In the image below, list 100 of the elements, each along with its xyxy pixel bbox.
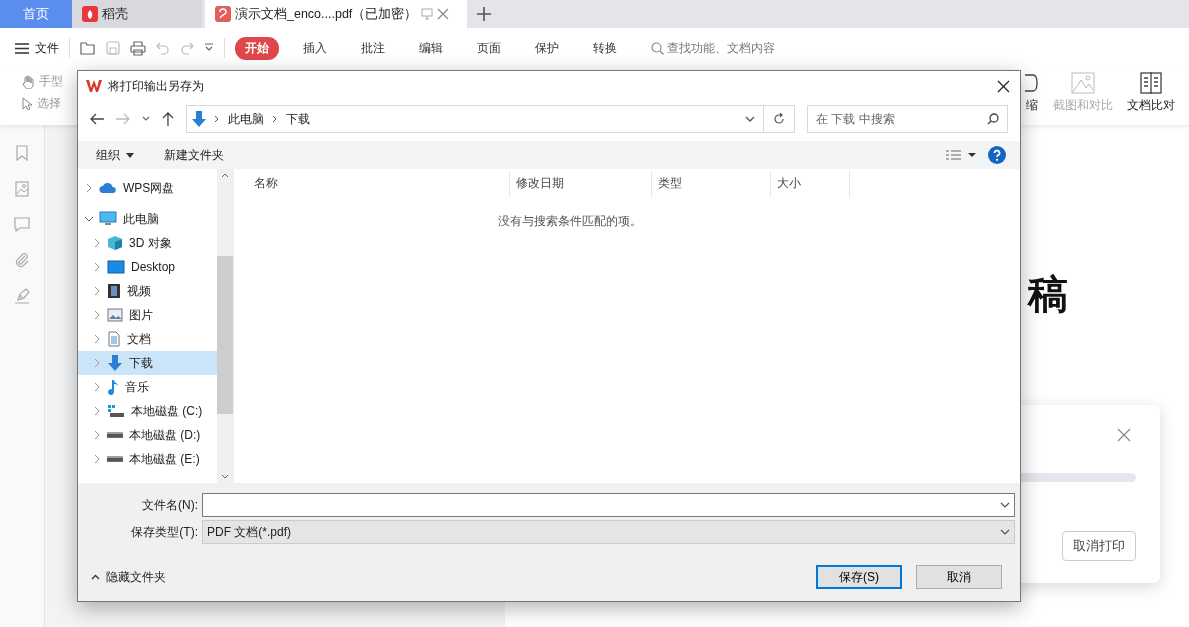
- cancel-button[interactable]: 取消: [916, 565, 1002, 589]
- chevron-down-icon: [1000, 502, 1010, 508]
- desktop-icon: [107, 260, 125, 274]
- chevron-down-icon[interactable]: [141, 116, 150, 122]
- folder-item[interactable]: 图片: [78, 303, 217, 327]
- printer-icon[interactable]: [130, 40, 146, 56]
- new-folder-button[interactable]: 新建文件夹: [164, 146, 224, 164]
- chevron-right-icon[interactable]: [93, 406, 101, 416]
- chevron-right-icon[interactable]: [93, 310, 101, 320]
- view-options-icon[interactable]: [946, 150, 976, 160]
- ribbon-tab[interactable]: 页面: [467, 36, 511, 60]
- image-icon[interactable]: [15, 181, 29, 197]
- folder-item[interactable]: 本地磁盘 (C:): [78, 399, 217, 423]
- chevron-right-icon[interactable]: [93, 262, 101, 272]
- folder-item[interactable]: WPS网盘: [78, 176, 217, 200]
- scroll-up-icon[interactable]: [221, 173, 229, 178]
- folder-item[interactable]: 本地磁盘 (E:): [78, 447, 217, 471]
- folder-item[interactable]: 文档: [78, 327, 217, 351]
- cursor-icon: [22, 96, 33, 111]
- chevron-up-icon: [91, 574, 100, 580]
- ribbon-tab[interactable]: 保护: [525, 36, 569, 60]
- folder-item[interactable]: 3D 对象: [78, 231, 217, 255]
- paperclip-icon[interactable]: [14, 252, 30, 268]
- forward-arrow-icon[interactable]: [115, 113, 130, 125]
- folder-item[interactable]: 本地磁盘 (D:): [78, 423, 217, 447]
- ribbon-tab[interactable]: 开始: [235, 36, 279, 60]
- chevron-right-icon[interactable]: [93, 238, 101, 248]
- dropdown-icon[interactable]: [204, 43, 214, 53]
- back-arrow-icon[interactable]: [90, 113, 104, 125]
- redo-icon[interactable]: [180, 41, 194, 55]
- monitor-icon[interactable]: [421, 8, 434, 20]
- chevron-right-icon: [271, 115, 278, 123]
- column-header[interactable]: 修改日期: [510, 171, 652, 197]
- chevron-right-icon[interactable]: [93, 382, 101, 392]
- monitor-icon: [99, 211, 117, 227]
- chevron-right-icon[interactable]: [93, 334, 101, 344]
- file-type-dropdown[interactable]: PDF 文档(*.pdf): [202, 520, 1015, 544]
- save-button[interactable]: 保存(S): [816, 565, 902, 589]
- file-menu[interactable]: 文件: [15, 39, 59, 57]
- chevron-right-icon[interactable]: [93, 358, 101, 368]
- picture-icon: [107, 308, 123, 322]
- app-tab[interactable]: 演示文档_enco....pdf（已加密）: [205, 0, 467, 28]
- close-icon[interactable]: [997, 79, 1010, 93]
- tool-button[interactable]: 缩: [1025, 72, 1039, 125]
- ribbon-tab[interactable]: 编辑: [409, 36, 453, 60]
- app-tab[interactable]: 稻壳: [72, 0, 202, 28]
- cancel-print-button[interactable]: 取消打印: [1062, 531, 1136, 561]
- chevron-down-icon[interactable]: [744, 116, 755, 122]
- chevron-right-icon[interactable]: [93, 454, 101, 464]
- film-icon: [107, 283, 121, 299]
- breadcrumb-item[interactable]: 此电脑: [227, 110, 264, 128]
- leaf-logo-icon: [82, 6, 98, 22]
- chevron-right-icon[interactable]: [93, 430, 101, 440]
- pdf-file-icon: [215, 6, 231, 22]
- help-icon[interactable]: [988, 146, 1006, 164]
- folder-item[interactable]: 下载: [78, 351, 217, 375]
- column-header[interactable]: 名称: [234, 171, 510, 197]
- folder-item[interactable]: 视频: [78, 279, 217, 303]
- tool-button[interactable]: 文档比对: [1127, 72, 1175, 125]
- down-arrow-icon: [191, 111, 206, 127]
- comment-icon[interactable]: [14, 217, 30, 232]
- music-note-icon: [107, 379, 119, 395]
- refresh-icon[interactable]: [772, 113, 785, 125]
- organize-menu[interactable]: 组织: [96, 146, 134, 164]
- field-label: 保存类型(T):: [130, 523, 198, 541]
- dialog-title: 将打印输出另存为: [108, 77, 204, 95]
- folder-item[interactable]: 此电脑: [78, 207, 217, 231]
- empty-message: 没有与搜索条件匹配的项。: [496, 213, 643, 230]
- chevron-down-icon: [1000, 529, 1010, 535]
- chevron-down-icon[interactable]: [85, 214, 93, 224]
- new-tab-icon[interactable]: [477, 7, 491, 21]
- address-bar[interactable]: 此电脑 下载: [185, 105, 795, 133]
- down-arrow-icon: [107, 354, 123, 372]
- folder-item[interactable]: 音乐: [78, 375, 217, 399]
- save-icon[interactable]: [106, 41, 120, 55]
- folder-icon[interactable]: [80, 41, 96, 55]
- undo-icon[interactable]: [156, 41, 170, 55]
- chevron-right-icon[interactable]: [85, 183, 93, 193]
- search-field[interactable]: 在 下载 中搜索: [806, 105, 1008, 133]
- signature-icon[interactable]: [14, 288, 30, 304]
- scrollbar-thumb[interactable]: [217, 256, 233, 414]
- search-field[interactable]: 查找功能、文档内容: [651, 39, 775, 57]
- breadcrumb-item[interactable]: 下载: [285, 110, 310, 128]
- ribbon-tab[interactable]: 批注: [351, 36, 395, 60]
- menu-icon: [15, 42, 29, 54]
- column-header[interactable]: 大小: [771, 171, 850, 197]
- ribbon-tab[interactable]: 转换: [583, 36, 627, 60]
- search-icon: [987, 113, 999, 125]
- up-arrow-icon[interactable]: [161, 112, 174, 126]
- document-icon: [107, 331, 121, 347]
- folder-item[interactable]: Desktop: [78, 255, 217, 279]
- screenshot-icon: [1071, 72, 1095, 94]
- ribbon-tab[interactable]: 插入: [293, 36, 337, 60]
- wps-logo-icon: [86, 79, 102, 93]
- bookmark-icon[interactable]: [16, 145, 28, 161]
- filename-field[interactable]: [202, 493, 1015, 517]
- scroll-down-icon[interactable]: [221, 474, 229, 479]
- hide-folders-toggle[interactable]: 隐藏文件夹: [91, 568, 166, 586]
- chevron-right-icon[interactable]: [93, 286, 101, 296]
- column-header[interactable]: 类型: [652, 171, 771, 197]
